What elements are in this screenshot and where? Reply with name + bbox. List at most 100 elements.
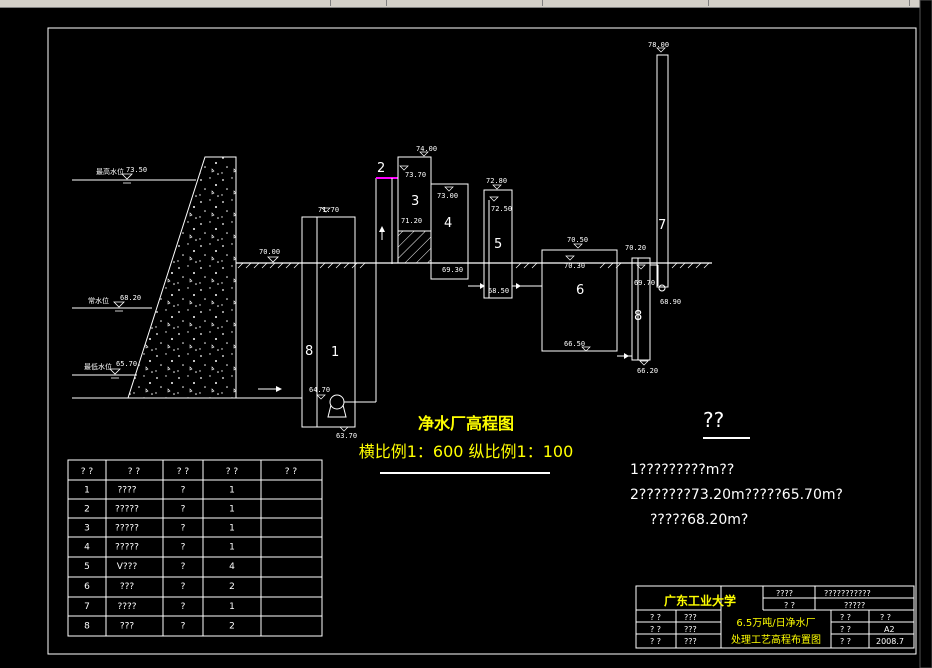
unit-8-bottom-symbol	[639, 360, 649, 366]
title-cell: ???	[684, 637, 697, 646]
unit-7-water-tower[interactable]	[656, 54, 669, 288]
dam-embankment	[127, 156, 237, 399]
table-cell: ???	[120, 622, 135, 632]
low-water-value: 65.70	[116, 360, 137, 368]
title-cell: ????	[776, 589, 793, 598]
unit-7-bottom-level: 68.90	[660, 298, 681, 306]
title-cell: ? ?	[840, 625, 851, 634]
table-cell: 1	[229, 543, 235, 553]
unit-7-number: 7	[658, 218, 666, 233]
flow-up-arrow	[379, 226, 385, 232]
scrollbar-track[interactable]	[919, 0, 932, 668]
title-cell: A2	[884, 625, 895, 634]
unit-5-number: 5	[494, 237, 502, 252]
notes-heading: ??	[703, 408, 724, 432]
table-cell: 1	[229, 486, 235, 496]
table-cell: 4	[229, 562, 235, 572]
unit-8-top-level: 70.20	[625, 244, 646, 252]
inflow-arrowhead	[276, 386, 282, 392]
table-header-cell: ? ?	[226, 467, 239, 477]
unit-6-top-symbol	[573, 243, 583, 249]
unit-1-number: 1	[331, 345, 339, 360]
unit-3-sludge-zone	[397, 230, 432, 264]
unit-8-number: 8	[634, 309, 642, 324]
title-cell: ???	[684, 613, 697, 622]
title-cell: ? ?	[650, 613, 661, 622]
table-cell: ?	[181, 562, 186, 572]
table-row: 5 V???? 4	[84, 562, 235, 572]
high-water-label: 最高水位	[96, 167, 124, 176]
table-cell: 1	[229, 505, 235, 515]
table-header-cell: ? ?	[285, 467, 298, 477]
table-row: 7????? 1	[84, 602, 235, 612]
table-cell: ???	[120, 582, 135, 592]
table-cell: 2	[229, 622, 235, 632]
high-water-value: 73.50	[126, 166, 147, 174]
table-row: 1????? 1	[84, 486, 235, 496]
table-cell: 2	[229, 582, 235, 592]
unit-6-water-symbol	[565, 255, 575, 261]
table-cell: 6	[84, 582, 90, 592]
table-cell: ????	[117, 602, 136, 612]
table-cell: ?	[181, 524, 186, 534]
table-cell: ?	[181, 602, 186, 612]
unit-5-bottom-level: 68.50	[488, 287, 509, 295]
table-cell: 2	[84, 505, 90, 515]
table-header-cell: ? ?	[128, 467, 141, 477]
unit-6-number: 6	[576, 283, 584, 298]
unit-1-bottom-symbol	[339, 426, 349, 432]
unit-3-water-level: 73.70	[405, 171, 426, 179]
table-cell: ?????	[115, 505, 139, 515]
tower-valve-icon	[658, 284, 666, 292]
title-cell: ???????????	[824, 589, 871, 598]
unit-1-pump-house[interactable]	[301, 216, 356, 428]
water-level-symbols	[109, 173, 133, 379]
equipment-table-body: 1????? 12?????? 13?????? 14?????? 15 V???? 46?…	[84, 486, 235, 632]
unit-8a-number: 8	[305, 344, 313, 359]
normal-water-value: 68.20	[120, 294, 141, 302]
unit-3-water-symbol	[399, 165, 409, 171]
table-header-cell: ? ?	[81, 467, 94, 477]
title-cell: ? ?	[650, 637, 661, 646]
table-cell: 3	[84, 524, 90, 534]
table-row: 4?????? 1	[84, 543, 235, 553]
table-cell: ????	[117, 486, 136, 496]
unit-5-water-level: 72.50	[491, 205, 512, 213]
project-name-line-1: 6.5万吨/日净水厂	[736, 616, 815, 629]
unit-1-top-level: 71.70	[318, 206, 339, 214]
equipment-table	[67, 459, 323, 637]
drawing-title: 净水厂高程图	[418, 414, 514, 433]
table-cell: ?	[181, 622, 186, 632]
cad-canvas[interactable]: 最高水位 73.50 常水位 68.20 最低水位 65.70 70.00 71…	[0, 0, 932, 668]
table-cell: 1	[84, 486, 90, 496]
low-water-label: 最低水位	[84, 362, 112, 371]
unit-2-number: 2	[377, 161, 385, 176]
title-cell: ? ?	[880, 613, 891, 622]
note-line-3: ?????68.20m?	[650, 512, 748, 528]
table-cell: ?	[181, 582, 186, 592]
table-cell: V???	[117, 562, 138, 572]
table-cell: ?	[181, 486, 186, 496]
title-cell: ? ?	[650, 625, 661, 634]
ground-level-symbol	[267, 256, 279, 263]
unit-6-top-level: 70.50	[567, 236, 588, 244]
table-row: 2?????? 1	[84, 505, 235, 515]
title-cell: ?????	[844, 601, 865, 610]
unit-1-bottom-level: 63.70	[336, 432, 357, 440]
table-cell: 7	[84, 602, 90, 612]
unit-3-number: 3	[411, 194, 419, 209]
pipe-5-6-arrow	[516, 283, 521, 289]
unit-1-inlet-level: 64.70	[309, 386, 330, 394]
note-line-2: 2???????73.20m?????65.70m?	[630, 487, 843, 503]
pump-icon	[329, 394, 345, 410]
unit-4-water-symbol	[444, 186, 454, 192]
unit-8-bottom-level: 66.20	[637, 367, 658, 375]
scale-text: 横比例1：600 纵比例1：100	[359, 442, 574, 461]
table-cell: ?????	[115, 543, 139, 553]
table-cell: 8	[84, 622, 90, 632]
unit-8-water-level: 69.70	[634, 279, 655, 287]
title-cell: ? ?	[840, 613, 851, 622]
project-name-line-2: 处理工艺高程布置图	[731, 633, 821, 646]
table-header-cell: ? ?	[177, 467, 190, 477]
pipe-6-8-arrow	[624, 353, 629, 359]
